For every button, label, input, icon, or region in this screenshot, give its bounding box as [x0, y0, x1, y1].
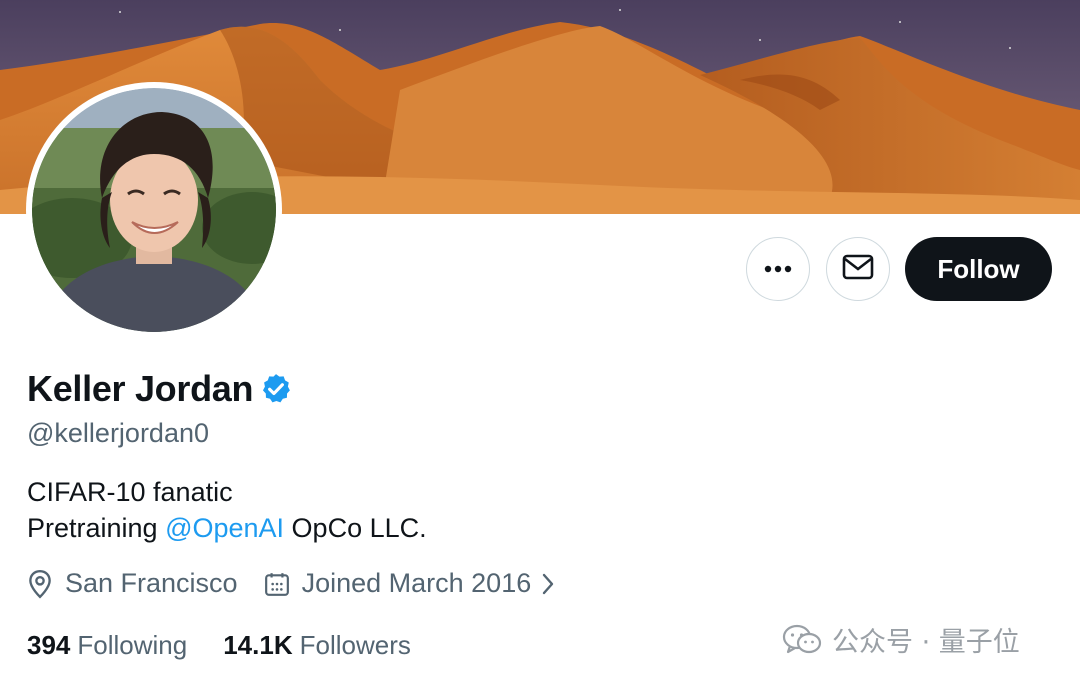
location-text: San Francisco: [65, 568, 238, 598]
following-count: 394: [27, 630, 71, 660]
map-pin-icon: [27, 569, 53, 599]
followers-count: 14.1K: [223, 630, 293, 660]
more-options-button[interactable]: [746, 237, 810, 301]
bio-text: OpCo LLC.: [284, 513, 427, 543]
followers-link[interactable]: 14.1K Followers: [223, 630, 411, 661]
mention-link[interactable]: @OpenAI: [165, 513, 284, 543]
bio-line-2: Pretraining @OpenAI OpCo LLC.: [27, 510, 427, 546]
profile-handle: @kellerjordan0: [27, 418, 209, 448]
message-button[interactable]: [826, 237, 890, 301]
bio-line-1: CIFAR-10 fanatic: [27, 477, 233, 507]
joined-item[interactable]: Joined March 2016: [264, 568, 556, 599]
calendar-icon: [264, 571, 290, 597]
display-name: Keller Jordan: [27, 368, 254, 409]
envelope-icon: [842, 254, 874, 285]
wechat-icon: [782, 624, 822, 656]
follow-button[interactable]: Follow: [905, 237, 1052, 301]
profile-bio: CIFAR-10 fanatic Pretraining @OpenAI OpC…: [27, 474, 427, 546]
followers-label: Followers: [299, 630, 411, 660]
watermark: 公众号 · 量子位: [782, 620, 1020, 659]
chevron-right-icon: [541, 572, 555, 596]
profile-meta: San Francisco Joined March 2016: [27, 568, 555, 599]
bio-text: Pretraining: [27, 513, 166, 543]
verified-badge-icon[interactable]: [259, 372, 293, 406]
joined-text: Joined March 2016: [301, 568, 532, 598]
more-horizontal-icon: [764, 260, 792, 278]
following-link[interactable]: 394 Following: [27, 630, 187, 661]
location-item: San Francisco: [27, 568, 238, 599]
profile-name-row: Keller Jordan: [27, 368, 293, 410]
profile-stats: 394 Following 14.1K Followers: [27, 630, 411, 661]
profile-avatar[interactable]: [26, 82, 282, 338]
watermark-text: 公众号 · 量子位: [832, 627, 1020, 658]
following-label: Following: [77, 630, 188, 660]
